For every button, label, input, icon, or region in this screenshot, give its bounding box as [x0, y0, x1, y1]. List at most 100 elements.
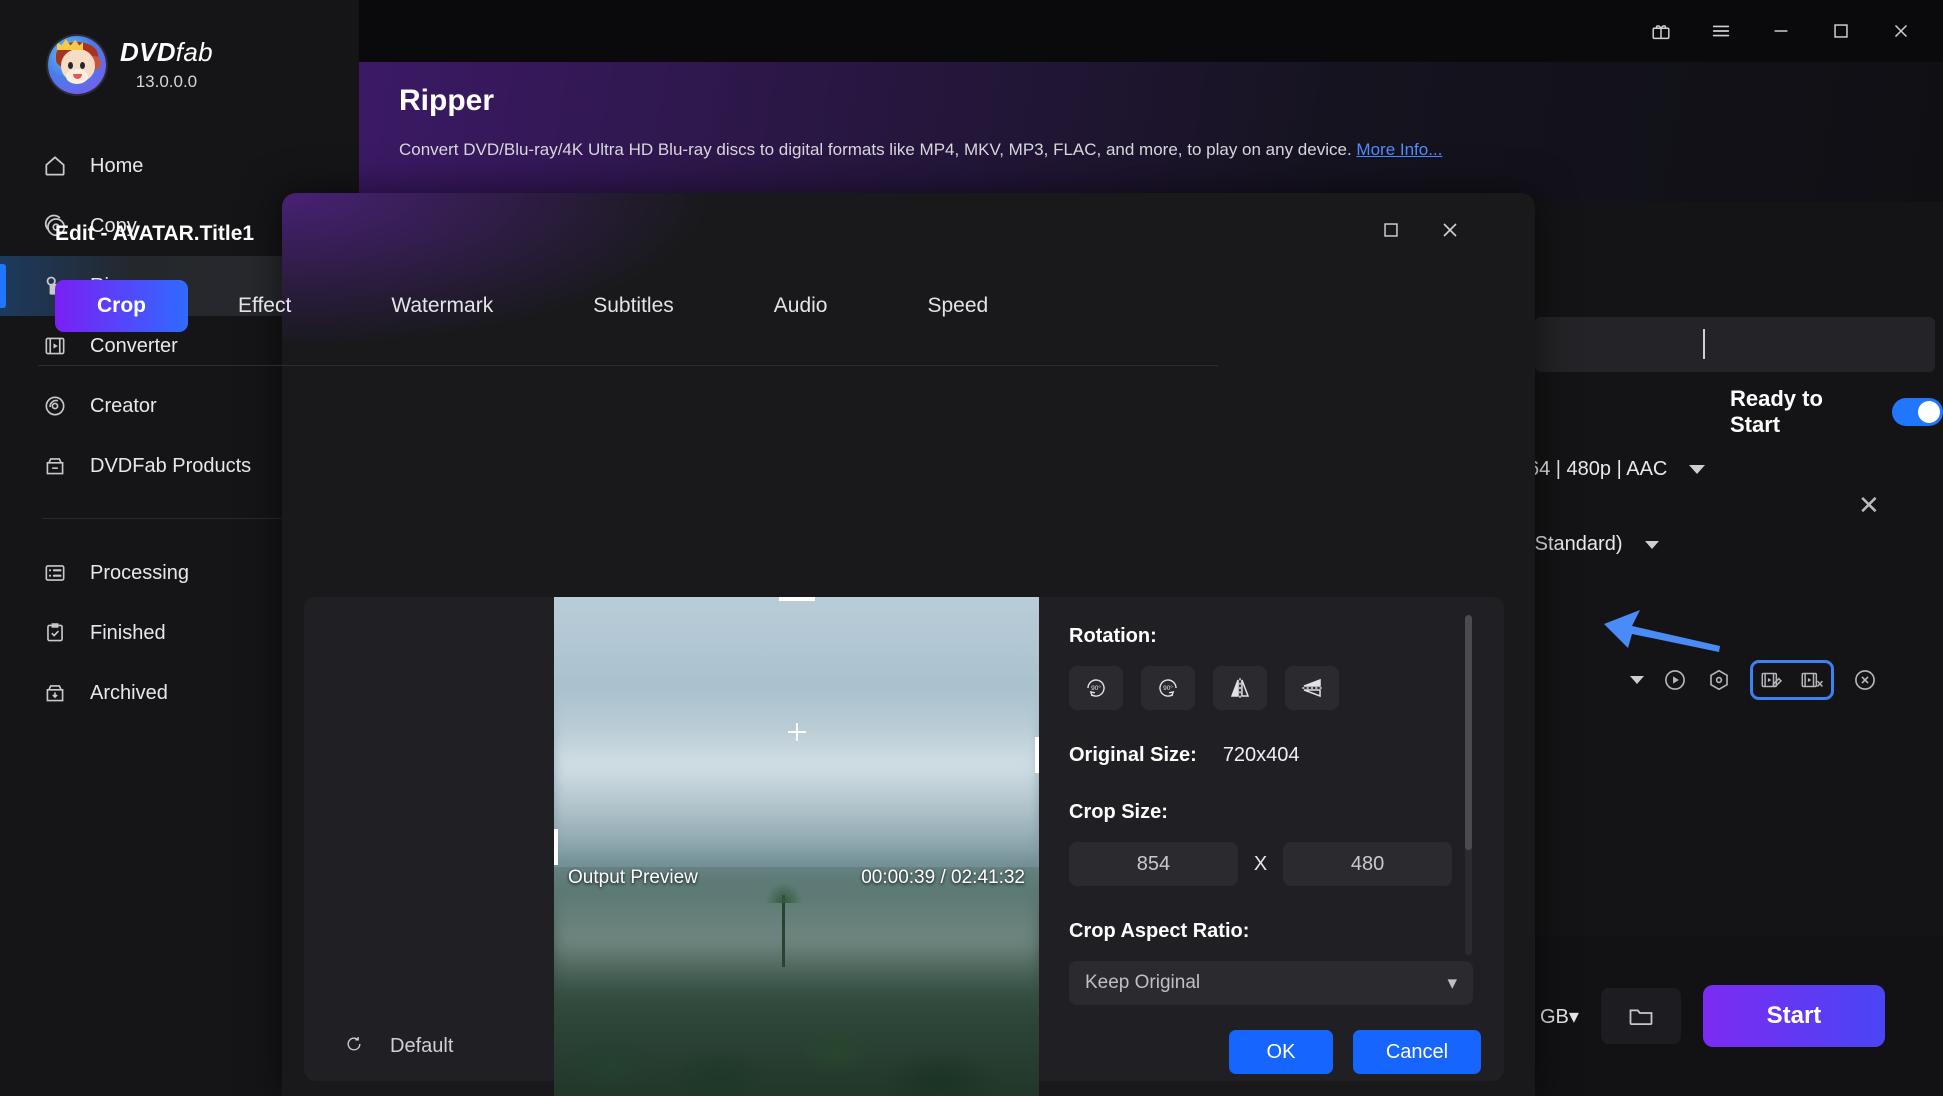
- annotation-arrow-icon: [1602, 600, 1722, 665]
- crop-handle-top[interactable]: [778, 597, 815, 601]
- crop-settings-pane: Rotation: 90° 90° Original Size: 720x404…: [1039, 597, 1482, 1012]
- ok-button[interactable]: OK: [1229, 1030, 1333, 1074]
- start-button[interactable]: Start: [1702, 985, 1885, 1047]
- sidebar-item-label: Converter: [90, 334, 178, 357]
- close-icon[interactable]: [1438, 218, 1462, 242]
- edit-dialog-footer: OK Cancel: [282, 1008, 1535, 1096]
- crop-size-separator: X: [1253, 852, 1268, 875]
- dvdfab-app-window: DVDfab 13.0.0.0 Home Copy Ripper Convert…: [0, 0, 1943, 1096]
- cancel-button[interactable]: Cancel: [1353, 1030, 1481, 1074]
- rotate-cw-90-icon[interactable]: 90°: [1069, 666, 1123, 710]
- remove-task-icon[interactable]: ✕: [1858, 490, 1880, 521]
- preview-timecode: 00:00:39 / 02:41:32: [861, 867, 1025, 888]
- sidebar-item-label: Archived: [90, 681, 168, 704]
- dvdfab-logo-icon: [48, 36, 106, 94]
- crop-aspect-ratio-label: Crop Aspect Ratio:: [1069, 920, 1250, 942]
- edit-video-icon[interactable]: [1759, 667, 1785, 693]
- original-size-label: Original Size:: [1069, 744, 1197, 766]
- remove-video-icon[interactable]: [1799, 667, 1825, 693]
- window-titlebar: [359, 0, 1943, 62]
- task-search-field[interactable]: [1535, 317, 1935, 372]
- page-description-text: Convert DVD/Blu-ray/4K Ultra HD Blu-ray …: [399, 140, 1352, 159]
- tab-subtitles[interactable]: Subtitles: [543, 280, 724, 332]
- flip-vertical-icon[interactable]: [1285, 666, 1339, 710]
- chevron-down-icon: ▾: [1447, 972, 1457, 994]
- crop-aspect-ratio-select[interactable]: Keep Original ▾: [1069, 961, 1473, 1005]
- crop-aspect-ratio-value: Keep Original: [1085, 972, 1201, 993]
- menu-icon[interactable]: [1695, 9, 1747, 53]
- original-size-row: Original Size: 720x404: [1069, 744, 1452, 767]
- minimize-icon[interactable]: [1755, 9, 1807, 53]
- crop-size-label: Crop Size:: [1069, 801, 1168, 823]
- edit-tools-highlight: [1750, 660, 1834, 700]
- app-version: 13.0.0.0: [135, 72, 198, 92]
- edit-dialog-title: Edit - AVATAR.Title1: [55, 222, 255, 245]
- output-format-value: 64 | 480p | AAC: [1528, 458, 1668, 480]
- converter-film-icon: [42, 333, 68, 359]
- size-unit-select[interactable]: GB▾: [1540, 1004, 1579, 1029]
- page-description: Convert DVD/Blu-ray/4K Ultra HD Blu-ray …: [399, 140, 1943, 160]
- sidebar-item-label: Finished: [90, 621, 166, 644]
- settings-scrollbar[interactable]: [1465, 615, 1472, 955]
- chevron-down-icon[interactable]: [1689, 465, 1706, 474]
- sidebar-divider: [42, 518, 317, 519]
- tab-speed[interactable]: Speed: [877, 280, 1038, 332]
- creator-disc-icon: [42, 393, 68, 419]
- tabs-divider: [38, 365, 1218, 366]
- gift-icon[interactable]: [1635, 9, 1687, 53]
- page-title: Ripper: [399, 84, 495, 117]
- brand-block: DVDfab 13.0.0.0: [0, 0, 359, 94]
- preview-overlay: Output Preview 00:00:39 / 02:41:32: [554, 859, 1039, 897]
- sidebar-item-label: DVDFab Products: [90, 454, 252, 477]
- sidebar-item-home[interactable]: Home: [0, 136, 359, 196]
- crop-size-inputs: 854 X 480: [1069, 842, 1452, 886]
- flip-horizontal-icon[interactable]: [1213, 666, 1267, 710]
- chevron-down-icon[interactable]: [1644, 540, 1659, 549]
- sidebar-item-label: Creator: [90, 394, 157, 417]
- processing-list-icon: [42, 560, 68, 586]
- maximize-icon[interactable]: [1815, 9, 1867, 53]
- tab-audio[interactable]: Audio: [724, 280, 878, 332]
- original-size-value: 720x404: [1222, 744, 1300, 766]
- tab-watermark[interactable]: Watermark: [341, 280, 543, 332]
- ready-to-start-row: Ready to Start: [1730, 386, 1943, 438]
- output-folder-button[interactable]: [1600, 988, 1681, 1044]
- rotation-buttons: 90° 90°: [1069, 666, 1452, 710]
- output-format-row: 64 | 480p | AAC: [1528, 458, 1706, 481]
- rotation-label: Rotation:: [1069, 625, 1157, 647]
- home-icon: [42, 153, 68, 179]
- sidebar-item-label: Processing: [90, 561, 189, 584]
- archived-box-icon: [42, 680, 68, 706]
- crop-width-input[interactable]: 854: [1069, 842, 1238, 886]
- tab-effect[interactable]: Effect: [188, 280, 341, 332]
- products-box-icon: [42, 453, 68, 479]
- text-caret: [1703, 329, 1705, 359]
- profile-row: (Standard): [1528, 533, 1659, 556]
- restore-icon[interactable]: [1380, 218, 1402, 242]
- svg-text:90°: 90°: [1163, 684, 1173, 692]
- output-preview-label: Output Preview: [568, 867, 698, 888]
- ready-to-start-toggle[interactable]: [1892, 398, 1943, 426]
- crop-center-crosshair-icon: [787, 723, 806, 741]
- tab-crop[interactable]: Crop: [55, 280, 188, 332]
- more-info-link[interactable]: More Info...: [1356, 140, 1442, 159]
- close-icon[interactable]: [1875, 9, 1927, 53]
- edit-dialog-tabs: Crop Effect Watermark Subtitles Audio Sp…: [55, 280, 1038, 332]
- task-action-icons: [1630, 660, 1878, 700]
- task-bottom-bar: GB▾ Start: [1520, 936, 1943, 1096]
- profile-value: (Standard): [1528, 533, 1623, 555]
- ripper-hero: Ripper Convert DVD/Blu-ray/4K Ultra HD B…: [359, 62, 1943, 202]
- sidebar-item-label: Home: [90, 154, 144, 177]
- edit-dialog-window-buttons: [1380, 218, 1462, 242]
- chevron-down-icon[interactable]: [1630, 676, 1644, 684]
- rotate-ccw-90-icon[interactable]: 90°: [1141, 666, 1195, 710]
- scrollbar-thumb[interactable]: [1465, 615, 1472, 850]
- ready-to-start-label: Ready to Start: [1730, 386, 1823, 437]
- brand-name: DVDfab: [120, 36, 213, 67]
- svg-text:90°: 90°: [1091, 684, 1101, 692]
- crop-height-input[interactable]: 480: [1283, 842, 1452, 886]
- finished-clipboard-icon: [42, 620, 68, 646]
- preview-play-icon[interactable]: [1662, 667, 1688, 693]
- settings-hex-icon[interactable]: [1706, 667, 1732, 693]
- close-circle-icon[interactable]: [1852, 667, 1878, 693]
